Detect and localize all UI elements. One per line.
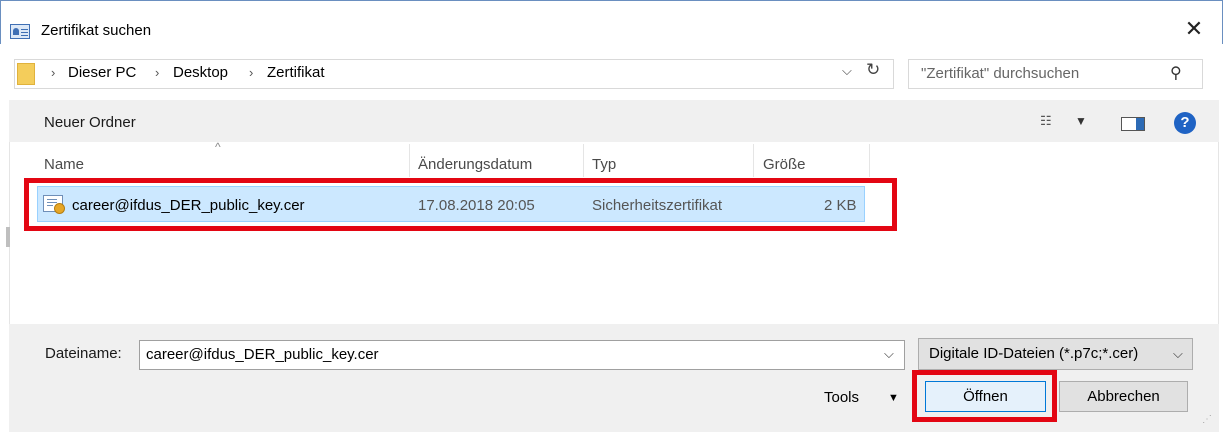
column-divider[interactable] bbox=[753, 144, 754, 177]
sort-ascending-icon: ^ bbox=[215, 140, 221, 154]
filename-dropdown-icon[interactable]: ⌵ bbox=[884, 346, 894, 362]
window-title: Zertifikat suchen bbox=[41, 22, 152, 39]
breadcrumb-zertifikat[interactable]: Zertifikat bbox=[267, 64, 325, 81]
filename-label: Dateiname: bbox=[45, 345, 122, 362]
column-divider[interactable] bbox=[409, 144, 410, 177]
column-header-type[interactable]: Typ bbox=[592, 156, 616, 173]
breadcrumb-separator: › bbox=[51, 65, 56, 80]
address-dropdown-icon[interactable]: ⌵ bbox=[842, 63, 852, 79]
breadcrumb-dieser-pc[interactable]: Dieser PC bbox=[68, 64, 136, 81]
tools-button[interactable]: Tools bbox=[824, 389, 859, 406]
filename-value[interactable]: career@ifdus_DER_public_key.cer bbox=[146, 346, 379, 363]
view-dropdown-icon[interactable]: ▼ bbox=[1075, 114, 1087, 128]
app-icon bbox=[10, 24, 30, 39]
view-options-icon[interactable]: ☷ bbox=[1040, 113, 1053, 129]
highlight-box-file-row bbox=[24, 178, 897, 231]
close-icon[interactable]: ✕ bbox=[1174, 14, 1214, 44]
filetype-value[interactable]: Digitale ID-Dateien (*.p7c;*.cer) bbox=[929, 345, 1138, 362]
help-icon[interactable]: ? bbox=[1174, 112, 1196, 134]
refresh-icon[interactable]: ↻ bbox=[866, 60, 880, 80]
preview-pane-icon[interactable] bbox=[1121, 117, 1145, 131]
filetype-dropdown-icon[interactable]: ⌵ bbox=[1173, 346, 1183, 362]
tools-dropdown-icon[interactable]: ▼ bbox=[888, 392, 899, 404]
title-bar bbox=[0, 0, 1223, 44]
column-divider[interactable] bbox=[869, 144, 870, 177]
breadcrumb-separator: › bbox=[155, 65, 160, 80]
column-header-name[interactable]: Name bbox=[44, 156, 84, 173]
address-bar[interactable] bbox=[14, 59, 894, 89]
new-folder-button[interactable]: Neuer Ordner bbox=[44, 114, 136, 131]
column-header-date[interactable]: Änderungsdatum bbox=[418, 156, 532, 173]
column-divider[interactable] bbox=[583, 144, 584, 177]
breadcrumb-separator: › bbox=[249, 65, 254, 80]
cancel-button[interactable]: Abbrechen bbox=[1059, 381, 1188, 412]
breadcrumb-desktop[interactable]: Desktop bbox=[173, 64, 228, 81]
column-header-size[interactable]: Größe bbox=[763, 156, 806, 173]
search-placeholder: "Zertifikat" durchsuchen bbox=[921, 65, 1080, 82]
toolbar bbox=[9, 100, 1219, 142]
resize-handle[interactable] bbox=[6, 227, 10, 247]
highlight-box-open-button bbox=[912, 370, 1057, 422]
resize-grip-icon[interactable]: ⋰ bbox=[1202, 414, 1212, 425]
search-icon[interactable]: ⚲ bbox=[1170, 63, 1182, 83]
folder-icon bbox=[17, 63, 35, 85]
